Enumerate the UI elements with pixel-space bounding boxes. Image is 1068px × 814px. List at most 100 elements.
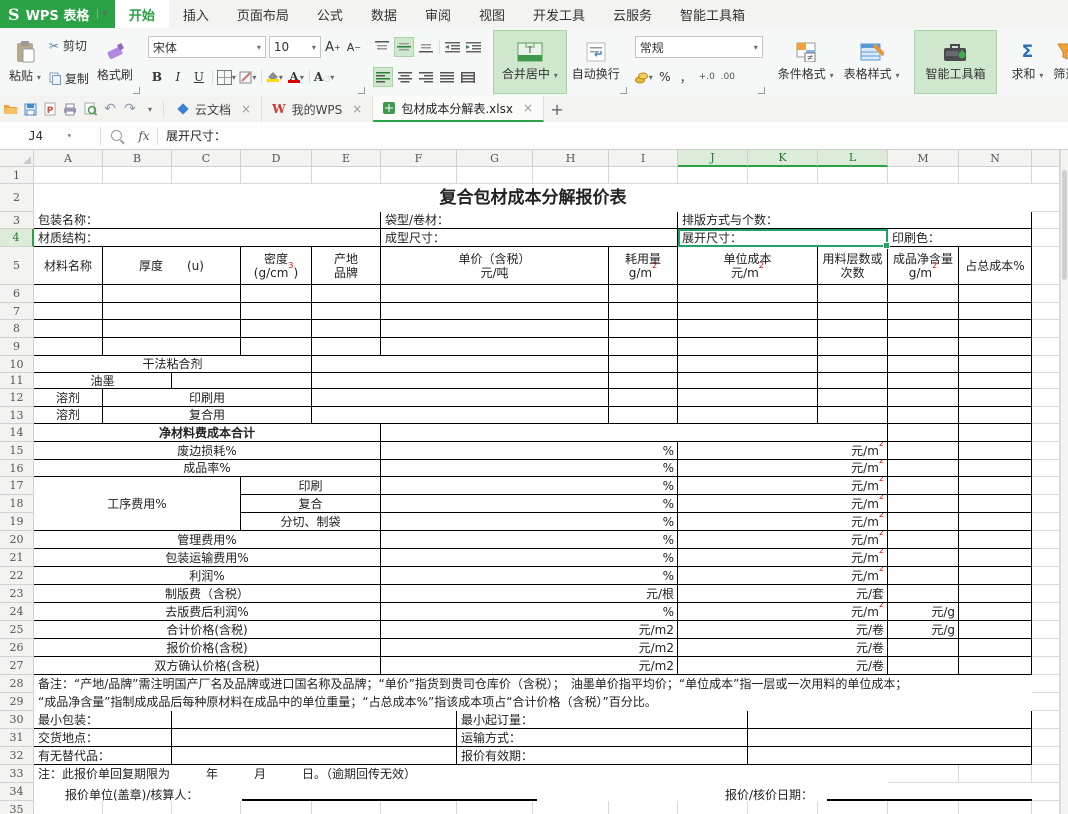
- empty-cell[interactable]: [1032, 585, 1060, 603]
- cell-M26[interactable]: [888, 639, 959, 657]
- empty-cell[interactable]: [1032, 303, 1060, 320]
- cell-F21[interactable]: %: [381, 549, 678, 567]
- cell-L7[interactable]: [818, 303, 888, 320]
- doc-tab-0[interactable]: 云文档×: [167, 96, 262, 122]
- cell-C31[interactable]: [172, 729, 457, 747]
- cell-A10[interactable]: 干法粘合剂: [34, 356, 312, 373]
- font-size-select[interactable]: 10▾: [269, 36, 321, 58]
- cell-E10[interactable]: [312, 356, 609, 373]
- cell-E7[interactable]: [312, 303, 381, 320]
- customize-toolbar-icon[interactable]: ▾: [140, 96, 160, 122]
- col-header-L[interactable]: L: [818, 150, 888, 167]
- empty-cell[interactable]: [1032, 320, 1060, 338]
- cell-B8[interactable]: [103, 320, 241, 338]
- cell-F22[interactable]: %: [381, 567, 678, 585]
- cell-I12[interactable]: [609, 389, 678, 407]
- cell-A20[interactable]: 管理费用%: [34, 531, 381, 549]
- cell-A32[interactable]: 有无替代品：: [34, 747, 172, 765]
- menu-tab-7[interactable]: 开发工具: [519, 0, 599, 28]
- row-header-20[interactable]: 20: [0, 531, 34, 549]
- cell-L11[interactable]: [818, 373, 888, 389]
- empty-cell[interactable]: [1032, 783, 1060, 801]
- empty-cell[interactable]: [609, 801, 678, 814]
- empty-cell[interactable]: [533, 801, 609, 814]
- row-header-7[interactable]: 7: [0, 303, 34, 320]
- empty-cell[interactable]: [103, 167, 172, 184]
- cell-J5[interactable]: 单位成本元/m2: [678, 247, 818, 285]
- col-header-F[interactable]: F: [381, 150, 457, 167]
- empty-cell[interactable]: [103, 801, 172, 814]
- empty-cell[interactable]: [1032, 567, 1060, 585]
- cell-M16[interactable]: [888, 460, 959, 477]
- cell-J24[interactable]: 元/m2: [678, 603, 888, 621]
- cell-J15[interactable]: 元/m2: [678, 442, 888, 460]
- cell-G30[interactable]: 最小起订量：: [457, 711, 748, 729]
- col-header-D[interactable]: D: [241, 150, 312, 167]
- cell-I11[interactable]: [609, 373, 678, 389]
- cell-F16[interactable]: %: [381, 460, 678, 477]
- cell-L13[interactable]: [818, 407, 888, 424]
- cell-J21[interactable]: 元/m2: [678, 549, 888, 567]
- cell-A31[interactable]: 交货地点：: [34, 729, 172, 747]
- cell-M6[interactable]: [888, 285, 959, 303]
- cell-I8[interactable]: [609, 320, 678, 338]
- close-icon[interactable]: ×: [237, 102, 251, 116]
- cell-N22[interactable]: [959, 567, 1032, 585]
- align-left-button[interactable]: [373, 67, 393, 87]
- cell-F17[interactable]: %: [381, 477, 678, 495]
- cell-N8[interactable]: [959, 320, 1032, 338]
- paste-button[interactable]: 粘贴 ▾: [4, 32, 46, 92]
- row-header-28[interactable]: 28: [0, 675, 34, 693]
- cell-N17[interactable]: [959, 477, 1032, 495]
- empty-cell[interactable]: [1032, 711, 1060, 729]
- cell-F23[interactable]: 元/根: [381, 585, 678, 603]
- row-header-27[interactable]: 27: [0, 657, 34, 675]
- cell-N5[interactable]: 占总成本%: [959, 247, 1032, 285]
- cell-A25[interactable]: 合计价格(含税): [34, 621, 381, 639]
- justify-button[interactable]: [438, 68, 456, 86]
- cell-N24[interactable]: [959, 603, 1032, 621]
- cell-N6[interactable]: [959, 285, 1032, 303]
- row-header-35[interactable]: 35: [0, 801, 34, 814]
- cell-F27[interactable]: 元/m2: [381, 657, 678, 675]
- menu-tab-1[interactable]: 插入: [169, 0, 223, 28]
- empty-cell[interactable]: [1032, 621, 1060, 639]
- col-header-A[interactable]: A: [34, 150, 103, 167]
- cell-B9[interactable]: [103, 338, 241, 356]
- cell-F19[interactable]: %: [381, 513, 678, 531]
- cell-L6[interactable]: [818, 285, 888, 303]
- row-header-10[interactable]: 10: [0, 356, 34, 373]
- cell-A6[interactable]: [34, 285, 103, 303]
- cell-M23[interactable]: [888, 585, 959, 603]
- row-header-16[interactable]: 16: [0, 460, 34, 477]
- cell-A26[interactable]: 报价价格(含税): [34, 639, 381, 657]
- insert-function-button[interactable]: fx: [131, 123, 157, 149]
- align-center-button[interactable]: [396, 68, 414, 86]
- cell-F3[interactable]: 袋型/卷材：: [381, 212, 678, 229]
- empty-cell[interactable]: [1032, 549, 1060, 567]
- cell-J26[interactable]: 元/卷: [678, 639, 888, 657]
- row-header-31[interactable]: 31: [0, 729, 34, 747]
- cell-M17[interactable]: [888, 477, 959, 495]
- cell-A15[interactable]: 废边损耗%: [34, 442, 381, 460]
- menu-tab-8[interactable]: 云服务: [599, 0, 666, 28]
- cell-J16[interactable]: 元/m2: [678, 460, 888, 477]
- empty-cell[interactable]: [1032, 639, 1060, 657]
- filter-button[interactable]: 筛选: [1048, 32, 1068, 92]
- cell-J3[interactable]: 排版方式与个数：: [678, 212, 1032, 229]
- cell-N20[interactable]: [959, 531, 1032, 549]
- open-file-button[interactable]: [0, 96, 20, 122]
- empty-cell[interactable]: [818, 801, 888, 814]
- row-header-1[interactable]: 1: [0, 167, 34, 184]
- undo-button[interactable]: ↶: [100, 96, 120, 122]
- empty-cell[interactable]: [1032, 424, 1060, 442]
- col-header-C[interactable]: C: [172, 150, 241, 167]
- row-header-22[interactable]: 22: [0, 567, 34, 585]
- col-header-N[interactable]: N: [959, 150, 1032, 167]
- currency-button[interactable]: ▾: [635, 68, 653, 86]
- cell-I6[interactable]: [609, 285, 678, 303]
- new-tab-button[interactable]: +: [544, 96, 570, 122]
- scrollbar-thumb[interactable]: [1062, 170, 1067, 280]
- empty-cell[interactable]: [1032, 693, 1060, 711]
- row-header-33[interactable]: 33: [0, 765, 34, 783]
